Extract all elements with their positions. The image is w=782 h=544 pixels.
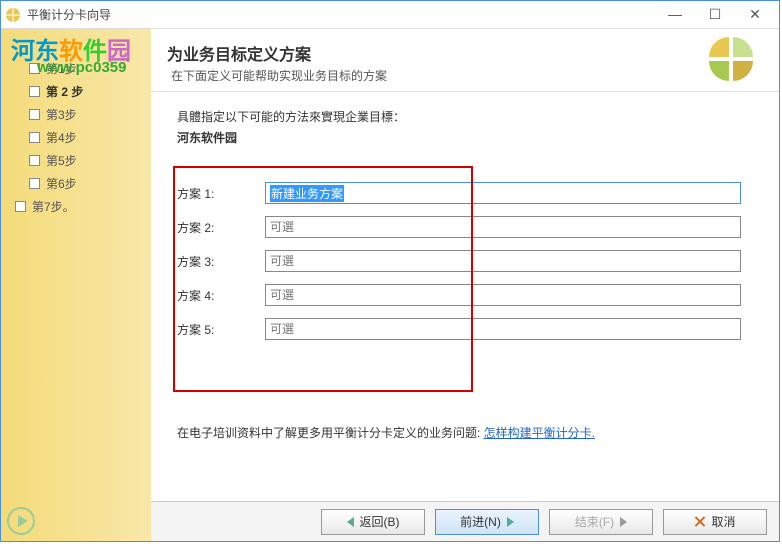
help-text: 在电子培训资料中了解更多用平衡计分卡定义的业务问题: 怎样构建平衡计分卡. — [177, 424, 753, 441]
next-button[interactable]: 前进(N) — [435, 509, 539, 535]
step-checkbox-icon — [29, 109, 40, 120]
field-label: 方案 2: — [177, 219, 265, 236]
field-label: 方案 1: — [177, 185, 265, 202]
steps-list: 第1步 第 2 步 第3步 第4步 第5步 第6步 第7步。 — [7, 57, 145, 218]
window-title: 平衡计分卡向导 — [27, 6, 655, 23]
step-7[interactable]: 第7步。 — [7, 195, 145, 218]
org-name: 河东软件园 — [177, 129, 753, 146]
arrow-right-icon — [620, 517, 627, 527]
maximize-button[interactable]: ☐ — [695, 2, 735, 28]
step-checkbox-icon — [29, 63, 40, 74]
main-panel: 具體指定以下可能的方法來實現企業目標： 河东软件园 方案 1: 新建业务方案 方… — [151, 92, 779, 501]
bsc-logo-icon — [709, 37, 757, 85]
step-3[interactable]: 第3步 — [7, 103, 145, 126]
window-body: 河东软件园 www.pc0359 第1步 第 2 步 第3步 第4步 第5步 第… — [1, 29, 779, 541]
field-row-5: 方案 5: — [177, 318, 741, 340]
initiative-input-1[interactable]: 新建业务方案 — [265, 182, 741, 204]
field-label: 方案 3: — [177, 253, 265, 270]
step-label: 第5步 — [46, 152, 77, 169]
step-2[interactable]: 第 2 步 — [7, 80, 145, 103]
step-checkbox-icon — [15, 201, 26, 212]
back-button[interactable]: 返回(B) — [321, 509, 425, 535]
step-label: 第7步。 — [32, 198, 75, 215]
field-label: 方案 5: — [177, 321, 265, 338]
field-row-4: 方案 4: — [177, 284, 741, 306]
field-label: 方案 4: — [177, 287, 265, 304]
button-label: 返回(B) — [360, 513, 400, 530]
button-label: 前进(N) — [460, 513, 501, 530]
page-title: 为业务目标定义方案 — [167, 41, 709, 65]
content-area: 为业务目标定义方案 在下面定义可能帮助实现业务目标的方案 具體指定以下可能的方法… — [151, 29, 779, 541]
help-link[interactable]: 怎样构建平衡计分卡. — [484, 426, 595, 440]
step-1[interactable]: 第1步 — [7, 57, 145, 80]
step-checkbox-icon — [29, 155, 40, 166]
initiative-input-5[interactable] — [265, 318, 741, 340]
initiatives-form: 方案 1: 新建业务方案 方案 2: 方案 3: 方案 4: — [177, 170, 753, 364]
play-icon[interactable] — [7, 507, 35, 535]
initiative-input-3[interactable] — [265, 250, 741, 272]
close-button[interactable]: ✕ — [735, 2, 775, 28]
cancel-button[interactable]: 取消 — [663, 509, 767, 535]
step-label: 第6步 — [46, 175, 77, 192]
minimize-button[interactable]: — — [655, 2, 695, 28]
finish-button: 结束(F) — [549, 509, 653, 535]
wizard-window: 平衡计分卡向导 — ☐ ✕ 河东软件园 www.pc0359 第1步 第 2 步… — [0, 0, 780, 542]
field-row-1: 方案 1: 新建业务方案 — [177, 182, 741, 204]
cancel-x-icon — [694, 516, 705, 527]
arrow-left-icon — [347, 517, 354, 527]
button-label: 取消 — [711, 513, 735, 530]
header-text: 为业务目标定义方案 在下面定义可能帮助实现业务目标的方案 — [167, 37, 709, 84]
page-subtitle: 在下面定义可能帮助实现业务目标的方案 — [167, 67, 709, 84]
step-label: 第3步 — [46, 106, 77, 123]
field-row-2: 方案 2: — [177, 216, 741, 238]
step-checkbox-icon — [29, 178, 40, 189]
step-5[interactable]: 第5步 — [7, 149, 145, 172]
footer-bar: 返回(B) 前进(N) 结束(F) 取消 — [151, 501, 779, 541]
app-icon — [5, 7, 21, 23]
title-bar: 平衡计分卡向导 — ☐ ✕ — [1, 1, 779, 29]
initiative-input-2[interactable] — [265, 216, 741, 238]
field-row-3: 方案 3: — [177, 250, 741, 272]
step-6[interactable]: 第6步 — [7, 172, 145, 195]
step-checkbox-icon — [29, 86, 40, 97]
steps-sidebar: 第1步 第 2 步 第3步 第4步 第5步 第6步 第7步。 — [1, 29, 151, 541]
step-checkbox-icon — [29, 132, 40, 143]
step-4[interactable]: 第4步 — [7, 126, 145, 149]
content-header: 为业务目标定义方案 在下面定义可能帮助实现业务目标的方案 — [151, 29, 779, 92]
button-label: 结束(F) — [575, 513, 614, 530]
initiative-input-4[interactable] — [265, 284, 741, 306]
instruction-text: 具體指定以下可能的方法來實現企業目標： — [177, 108, 753, 125]
step-label: 第4步 — [46, 129, 77, 146]
step-label: 第1步 — [46, 60, 77, 77]
step-label: 第 2 步 — [46, 83, 83, 100]
arrow-right-icon — [507, 517, 514, 527]
